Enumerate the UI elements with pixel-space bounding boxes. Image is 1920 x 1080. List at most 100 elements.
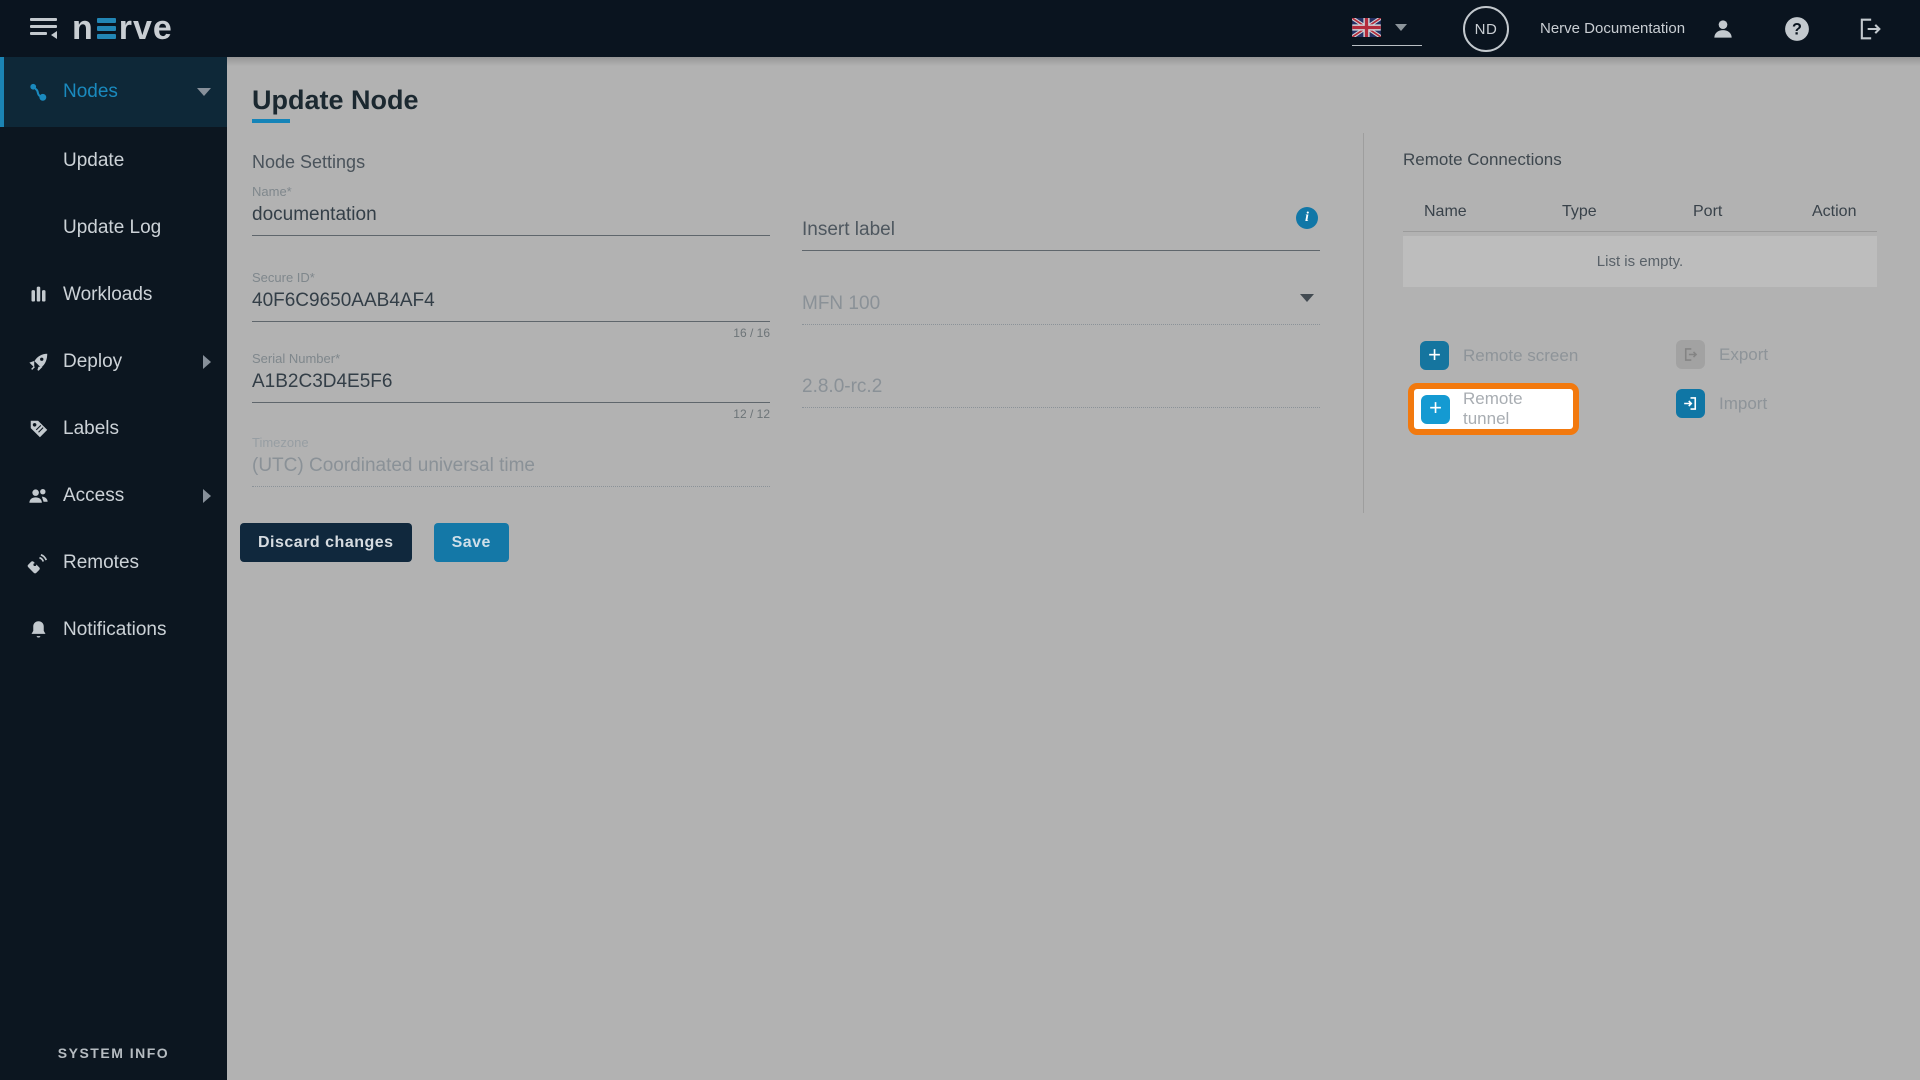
empty-list-row: List is empty. [1403, 236, 1877, 287]
tag-icon [27, 417, 50, 440]
timezone-field-group: Timezone [252, 435, 770, 487]
secure-id-input[interactable] [252, 288, 770, 322]
chevron-down-icon [197, 88, 211, 96]
language-selector[interactable] [1352, 14, 1422, 46]
sidebar-item-label: Labels [63, 417, 119, 439]
name-label: Name* [252, 184, 292, 199]
sidebar-item-labels[interactable]: Labels [0, 395, 227, 462]
serial-counter: 12 / 12 [733, 407, 770, 421]
form-actions: Discard changes Save [240, 523, 509, 562]
system-info-link[interactable]: SYSTEM INFO [0, 1045, 227, 1061]
version-input [802, 370, 1320, 408]
title-underline [252, 119, 290, 123]
import-row[interactable]: Import [1676, 389, 1767, 418]
column-header-type: Type [1562, 203, 1597, 220]
export-row[interactable]: Export [1676, 340, 1768, 369]
column-header-action: Action [1812, 203, 1857, 220]
section-title: Node Settings [252, 152, 366, 172]
chevron-right-icon [203, 488, 211, 503]
model-select [802, 287, 1320, 325]
sidebar-item-notifications[interactable]: Notifications [0, 596, 227, 663]
sidebar-item-nodes[interactable]: Nodes [0, 57, 227, 127]
sidebar-item-label: Remotes [63, 551, 140, 573]
table-header-divider [1403, 231, 1877, 232]
save-button[interactable]: Save [433, 523, 509, 562]
top-bar: n rve ND Nerve Documentation ? [0, 0, 1920, 57]
collapse-arrow-icon [51, 31, 57, 39]
timezone-input [252, 453, 770, 487]
bell-icon [27, 618, 50, 641]
remote-connections-table-header: Name Type Port Action [1403, 203, 1877, 229]
nodes-icon [27, 81, 50, 104]
serial-label: Serial Number* [252, 351, 341, 366]
sidebar-item-remotes[interactable]: Remotes [0, 529, 227, 596]
chevron-down-icon [1395, 24, 1407, 31]
profile-button[interactable] [1710, 0, 1736, 57]
remote-control-icon [27, 551, 50, 574]
page-title: Update Node [252, 85, 419, 115]
label-field-group [802, 207, 1320, 251]
export-label: Export [1719, 344, 1769, 364]
sidebar: Nodes Update Update Log Workloads Deploy [0, 57, 227, 1080]
serial-input[interactable] [252, 369, 770, 403]
avatar[interactable]: ND [1463, 6, 1509, 52]
discard-changes-button[interactable]: Discard changes [240, 523, 412, 562]
help-button[interactable]: ? [1784, 0, 1810, 57]
column-header-name: Name [1424, 203, 1467, 220]
import-icon [1684, 397, 1697, 410]
secure-id-label: Secure ID* [252, 270, 315, 285]
sidebar-item-label: Access [63, 484, 125, 506]
brand-logo-e-bars-icon [96, 17, 116, 39]
remote-screen-label: Remote screen [1463, 345, 1579, 365]
brand-logo-n: n [72, 9, 94, 47]
version-field-group [802, 370, 1320, 408]
question-icon: ? [1785, 16, 1809, 41]
sidebar-item-workloads[interactable]: Workloads [0, 261, 227, 328]
person-icon [1714, 19, 1732, 38]
remote-connections-title: Remote Connections [1403, 150, 1562, 169]
menu-icon[interactable] [30, 18, 57, 39]
model-field-group [802, 287, 1320, 325]
brand-logo: n rve [72, 10, 173, 46]
serial-field-group: Serial Number* 12 / 12 [252, 351, 770, 421]
import-label: Import [1719, 393, 1768, 413]
sidebar-item-label: Deploy [63, 350, 123, 372]
menu-bar [30, 32, 47, 35]
import-button[interactable] [1676, 389, 1705, 418]
sidebar-item-label: Notifications [63, 618, 167, 640]
plus-icon: + [1428, 341, 1441, 367]
remote-tunnel-label: Remote tunnel [1463, 389, 1523, 428]
logout-button[interactable] [1856, 0, 1884, 57]
brand-logo-rve: rve [118, 9, 173, 47]
sidebar-item-deploy[interactable]: Deploy [0, 328, 227, 395]
svg-text:?: ? [1792, 20, 1802, 38]
secure-id-counter: 16 / 16 [733, 326, 770, 340]
sidebar-item-access[interactable]: Access [0, 462, 227, 529]
add-remote-screen-button[interactable]: + [1420, 341, 1449, 370]
workloads-icon [27, 283, 50, 306]
info-icon[interactable]: i [1296, 207, 1318, 229]
uk-flag-icon [1352, 18, 1381, 37]
menu-bar [30, 18, 57, 21]
timezone-label: Timezone [252, 435, 309, 450]
add-remote-tunnel-row-highlighted[interactable]: + Remote tunnel [1408, 383, 1579, 435]
sidebar-item-update[interactable]: Update [0, 127, 227, 194]
export-button[interactable] [1676, 340, 1705, 369]
add-remote-screen-row[interactable]: + Remote screen [1420, 341, 1578, 370]
insert-label-input[interactable] [802, 207, 1320, 251]
add-remote-tunnel-button[interactable]: + [1421, 394, 1450, 424]
account-name: Nerve Documentation [1540, 20, 1686, 37]
deploy-rocket-icon [27, 350, 50, 373]
sidebar-item-label: Workloads [63, 283, 153, 305]
sidebar-item-label: Update [63, 149, 125, 171]
chevron-right-icon [203, 354, 211, 369]
logout-icon [1860, 18, 1881, 39]
sidebar-item-update-log[interactable]: Update Log [0, 194, 227, 261]
sidebar-item-label: Update Log [63, 216, 162, 238]
export-icon [1684, 348, 1698, 361]
users-icon [27, 484, 50, 507]
dropdown-caret-icon[interactable] [1300, 294, 1314, 302]
column-header-port: Port [1693, 203, 1723, 220]
main-content: Update Node Node Settings Name* Secure I… [227, 57, 1920, 1080]
name-input[interactable] [252, 202, 770, 236]
